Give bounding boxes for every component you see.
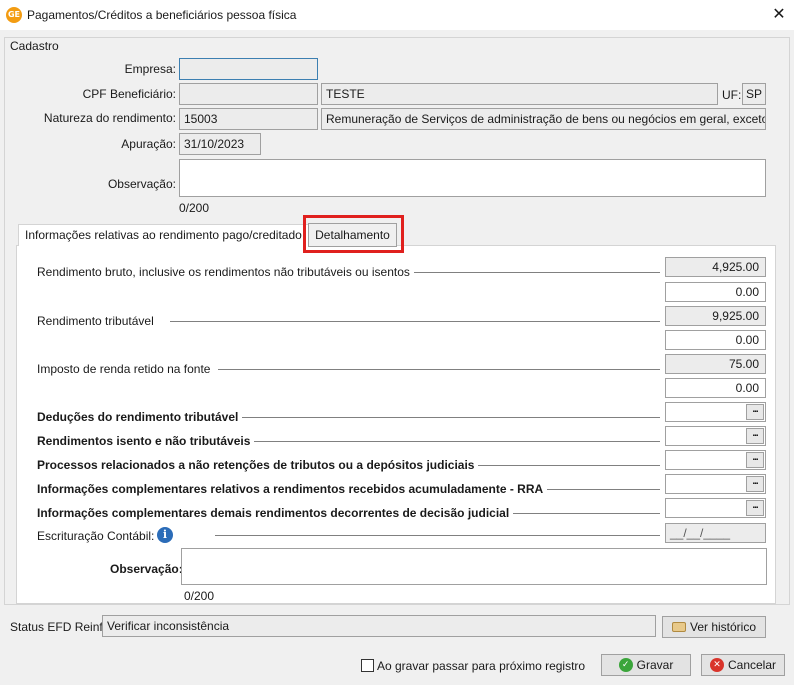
next-record-label: Ao gravar passar para próximo registro [377, 659, 586, 673]
detail-observacao-char-count: 0/200 [184, 589, 215, 603]
ver-historico-label: Ver histórico [689, 620, 757, 634]
leader-line [240, 417, 660, 418]
isentos-label: Rendimentos isento e não tributáveis [37, 434, 255, 448]
leader-line [500, 513, 660, 514]
leader-line [170, 321, 660, 322]
leader-line [215, 535, 660, 536]
processos-ellipsis-button[interactable]: ... [746, 452, 764, 468]
decisao-judicial-ellipsis-button[interactable]: ... [746, 500, 764, 516]
leader-line [380, 272, 660, 273]
gravar-label: Gravar [636, 658, 674, 672]
status-field: Verificar inconsistência [102, 615, 656, 637]
rendimento-tributavel-label: Rendimento tributável [37, 314, 158, 328]
cpf-field[interactable] [179, 83, 318, 105]
next-record-checkbox[interactable] [361, 659, 374, 672]
cadastro-legend: Cadastro [10, 39, 59, 53]
info-icon[interactable]: i [157, 527, 173, 543]
beneficiario-name-field[interactable]: TESTE [321, 83, 718, 105]
apuracao-label: Apuração: [121, 137, 176, 151]
cancelar-label: Cancelar [727, 658, 777, 672]
deducoes-label: Deduções do rendimento tributável [37, 410, 243, 424]
isentos-ellipsis-button[interactable]: ... [746, 428, 764, 444]
empresa-field[interactable] [179, 58, 318, 80]
status-label: Status EFD Reinf: [10, 620, 107, 634]
cancel-icon: ✕ [709, 658, 724, 672]
rendimento-bruto-label: Rendimento bruto, inclusive os rendiment… [37, 265, 414, 279]
uf-field[interactable]: SP [742, 83, 766, 105]
leader-line [475, 465, 660, 466]
highlight-box [303, 215, 404, 253]
observacao-textarea[interactable] [179, 159, 766, 197]
cancelar-button[interactable]: ✕ Cancelar [701, 654, 785, 676]
leader-line [530, 489, 660, 490]
app-logo-icon: GE [6, 7, 22, 23]
imposto-label: Imposto de renda retido na fonte [37, 362, 215, 376]
uf-label: UF: [722, 88, 742, 102]
rra-label: Informações complementares relativos a r… [37, 482, 548, 496]
rendimento-bruto-value[interactable]: 4,925.00 [665, 257, 766, 277]
deducoes-ellipsis-button[interactable]: ... [746, 404, 764, 420]
tab-informacoes[interactable]: Informações relativas ao rendimento pago… [18, 224, 309, 246]
apuracao-field[interactable]: 31/10/2023 [179, 133, 261, 155]
leader-line [240, 441, 660, 442]
imposto-value[interactable]: 75.00 [665, 354, 766, 374]
empresa-label: Empresa: [124, 62, 176, 76]
processos-label: Processos relacionados a não retenções d… [37, 458, 479, 472]
gravar-button[interactable]: ✓ Gravar [601, 654, 691, 676]
check-icon: ✓ [618, 658, 633, 672]
cpf-label: CPF Beneficiário: [82, 87, 176, 101]
observacao-label: Observação: [107, 177, 176, 191]
close-icon[interactable]: ✕ [770, 4, 788, 24]
leader-line [218, 369, 660, 370]
rendimento-tributavel-adjust-field[interactable]: 0.00 [665, 330, 766, 350]
imposto-adjust-field[interactable]: 0.00 [665, 378, 766, 398]
detail-observacao-textarea[interactable] [181, 548, 767, 585]
rendimento-bruto-adjust-field[interactable]: 0.00 [665, 282, 766, 302]
decisao-judicial-label: Informações complementares demais rendim… [37, 506, 514, 520]
rendimento-tributavel-value[interactable]: 9,925.00 [665, 306, 766, 326]
window-title: Pagamentos/Créditos a beneficiários pess… [27, 8, 297, 22]
rra-ellipsis-button[interactable]: ... [746, 476, 764, 492]
detail-observacao-label: Observação: [110, 562, 187, 576]
ver-historico-button[interactable]: Ver histórico [662, 616, 766, 638]
history-icon [671, 622, 686, 632]
observacao-char-count: 0/200 [179, 201, 210, 215]
escrituracao-date-field[interactable]: __/__/____ [665, 523, 766, 543]
natureza-description-field[interactable]: Remuneração de Serviços de administração… [321, 108, 766, 130]
natureza-code-field[interactable]: 15003 [179, 108, 318, 130]
escrituracao-label: Escrituração Contábil: [37, 529, 159, 543]
natureza-label: Natureza do rendimento: [43, 111, 176, 125]
